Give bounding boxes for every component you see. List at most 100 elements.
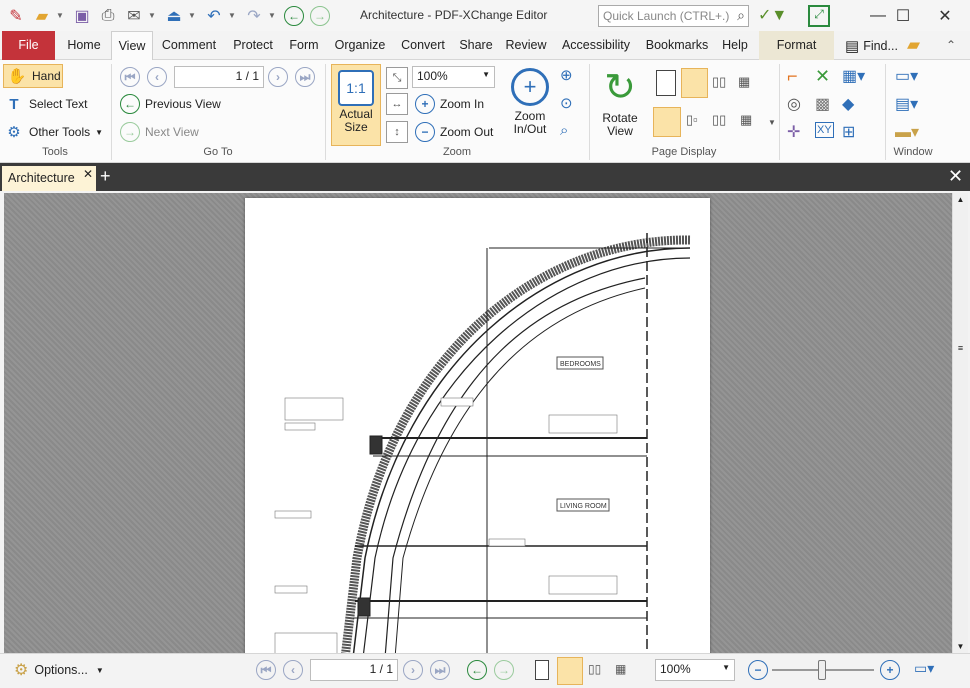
next-view-button[interactable]: → Next View <box>119 120 199 144</box>
open-folder-icon[interactable]: ▰ <box>30 4 54 28</box>
other-tools-button[interactable]: ⚙ Other Tools ▼ <box>3 120 103 144</box>
status-two-page-icon[interactable]: ▯▯ <box>588 662 601 676</box>
status-zoom-in-icon[interactable]: + <box>880 660 900 680</box>
zoom-in-out-button[interactable]: + Zoom In/Out <box>505 64 555 146</box>
zoom-level-select[interactable]: 100% ▼ <box>412 66 495 88</box>
marquee-zoom-icon[interactable]: ⊙ <box>560 94 573 112</box>
hand-tool-button[interactable]: ✋ Hand <box>3 64 63 88</box>
single-page-icon[interactable] <box>656 70 676 96</box>
fullscreen-icon[interactable]: ⤢ <box>808 5 830 27</box>
tab-accessibility[interactable]: Accessibility <box>558 31 634 60</box>
first-page-icon[interactable]: ⏮ <box>120 67 140 87</box>
status-zoom-select[interactable]: 100% ▼ <box>655 659 735 681</box>
tab-home[interactable]: Home <box>60 31 108 60</box>
customize-icon[interactable]: ✓▼ <box>758 5 787 25</box>
two-page-icon[interactable]: ▯▯ <box>712 74 726 90</box>
zoom-magnifier-small-icon[interactable]: ⊕ <box>560 66 573 84</box>
print-icon[interactable]: ⎙ <box>96 4 120 28</box>
tab-view[interactable]: View <box>111 31 153 61</box>
chevron-down-icon[interactable]: ▼ <box>768 118 776 127</box>
snap-icon[interactable]: ◎ <box>787 94 801 114</box>
tab-share[interactable]: Share <box>456 31 496 60</box>
two-page-continuous-icon[interactable]: ▦ <box>738 74 750 90</box>
toolbars-icon[interactable]: ▬▾ <box>895 122 919 142</box>
coordinates-icon[interactable]: XY <box>815 122 834 138</box>
quick-launch-input[interactable]: Quick Launch (CTRL+.) ⌕ <box>598 5 749 27</box>
tab-help[interactable]: Help <box>718 31 752 60</box>
forward-icon[interactable]: → <box>308 4 332 28</box>
new-tab-icon[interactable]: + <box>100 166 111 187</box>
scroll-thumb-grip[interactable]: ≡ <box>953 343 968 353</box>
new-window-icon[interactable]: ▭▾ <box>895 66 918 86</box>
document-tab[interactable]: Architecture ✕ <box>2 166 96 191</box>
tab-file[interactable]: File <box>2 31 55 60</box>
maximize-button[interactable]: ☐ <box>880 0 926 31</box>
color-icon[interactable]: ◆ <box>842 94 854 114</box>
zoom-in-button[interactable]: + Zoom In <box>414 92 484 116</box>
page-number-input[interactable]: 1 / 1 <box>174 66 264 88</box>
zoom-out-button[interactable]: − Zoom Out <box>414 120 493 144</box>
measure-icon[interactable]: ⊞ <box>842 122 855 142</box>
previous-view-button[interactable]: ← Previous View <box>119 92 221 116</box>
guides-icon[interactable]: ✛ <box>787 122 800 142</box>
last-page-icon[interactable]: ⏭ <box>295 67 315 87</box>
tab-convert[interactable]: Convert <box>395 31 451 60</box>
actual-size-button[interactable]: 1:1 Actual Size <box>331 64 381 146</box>
fit-visible-icon[interactable]: ↕ <box>386 121 408 143</box>
back-icon[interactable]: ← <box>282 4 306 28</box>
fit-page-icon[interactable]: ⤡ <box>386 67 408 89</box>
options-button[interactable]: ⚙ Options... ▼ <box>14 660 104 680</box>
grid-icon[interactable]: ▦▾ <box>842 66 865 86</box>
pdf-page[interactable]: BEDROOMS LIVING ROOM <box>245 198 710 658</box>
find-button[interactable]: ▤ Find... <box>845 37 898 55</box>
zoom-slider-thumb[interactable] <box>818 660 826 680</box>
tab-review[interactable]: Review <box>503 31 549 60</box>
close-document-icon[interactable]: ✕ <box>948 166 963 187</box>
split-window-icon[interactable]: ▤▾ <box>895 94 918 114</box>
redo-icon[interactable]: ↷ <box>242 4 266 28</box>
chevron-down-icon[interactable]: ▼ <box>56 11 66 20</box>
close-tab-icon[interactable]: ✕ <box>83 167 93 181</box>
email-icon[interactable]: ✉ <box>122 4 146 28</box>
next-page-icon[interactable]: › <box>268 67 288 87</box>
search-icon[interactable]: ⌕ <box>737 7 745 24</box>
status-zoom-out-icon[interactable]: − <box>748 660 768 680</box>
continuous-page-icon[interactable] <box>681 68 708 98</box>
status-previous-page-icon[interactable]: ‹ <box>283 660 303 680</box>
tab-comment[interactable]: Comment <box>157 31 221 60</box>
scroll-down-icon[interactable]: ▼ <box>953 642 968 651</box>
loupe-icon[interactable]: ⌕ <box>560 122 568 139</box>
status-page-input[interactable]: 1 / 1 <box>310 659 398 681</box>
status-next-page-icon[interactable]: › <box>403 660 423 680</box>
tab-bookmarks[interactable]: Bookmarks <box>641 31 713 60</box>
page-layout-icon[interactable]: ▯▯ <box>712 112 726 128</box>
fit-width-icon[interactable]: ↔ <box>386 93 408 115</box>
scroll-up-icon[interactable]: ▲ <box>953 195 968 204</box>
hide-annotations-icon[interactable]: ✕ <box>815 66 830 87</box>
select-text-button[interactable]: T Select Text <box>3 92 87 116</box>
save-icon[interactable]: ▣ <box>70 4 94 28</box>
crop-icon[interactable]: ⌐ <box>787 66 798 87</box>
collapse-ribbon-icon[interactable]: ⌃ <box>946 38 956 52</box>
cover-page-icon[interactable]: ▯▫ <box>686 112 698 128</box>
status-last-page-icon[interactable]: ⏭ <box>430 660 450 680</box>
transparency-grid-icon[interactable]: ▩ <box>815 94 830 114</box>
close-window-button[interactable]: ✕ <box>922 0 968 31</box>
status-first-page-icon[interactable]: ⏮ <box>256 660 276 680</box>
chevron-down-icon[interactable]: ▼ <box>228 11 238 20</box>
tab-format[interactable]: Format <box>759 31 834 60</box>
status-continuous-icon[interactable] <box>557 657 583 685</box>
status-single-page-icon[interactable] <box>535 660 549 680</box>
tab-form[interactable]: Form <box>284 31 324 60</box>
status-forward-icon[interactable]: → <box>494 660 514 680</box>
split-view-icon[interactable] <box>653 107 681 137</box>
scan-icon[interactable]: ⏏ <box>162 4 186 28</box>
tab-protect[interactable]: Protect <box>227 31 279 60</box>
rotate-view-button[interactable]: ↻ Rotate View <box>594 64 646 146</box>
search-folder-icon[interactable]: ▰ <box>907 35 920 55</box>
status-multi-page-icon[interactable]: ▦ <box>615 662 626 676</box>
previous-page-icon[interactable]: ‹ <box>147 67 167 87</box>
multi-page-icon[interactable]: ▦ <box>740 112 752 128</box>
vertical-scrollbar[interactable]: ▲ ≡ ▼ <box>952 193 968 653</box>
chevron-down-icon[interactable]: ▼ <box>188 11 198 20</box>
